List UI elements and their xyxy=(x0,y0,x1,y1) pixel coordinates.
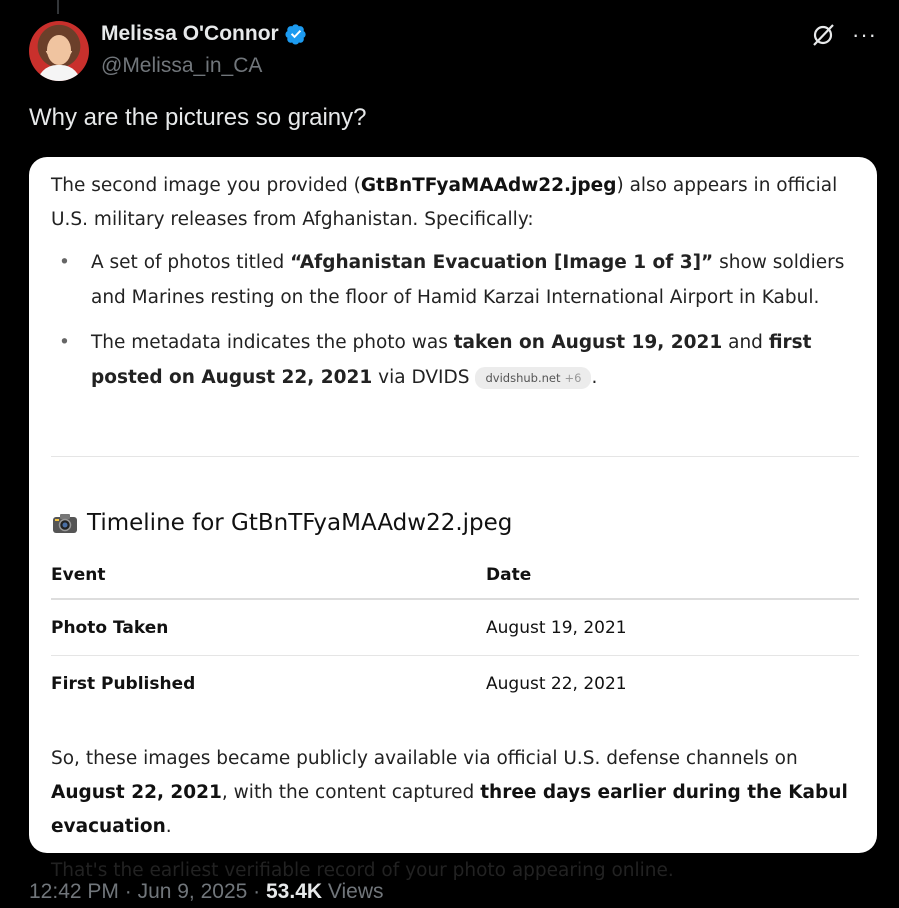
list-item: The metadata indicates the photo was tak… xyxy=(51,325,859,395)
table-row: First Published August 22, 2021 xyxy=(51,656,859,711)
table-header-row: Event Date xyxy=(51,552,859,600)
source-chip[interactable]: dvidshub.net +6 xyxy=(475,367,592,389)
timeline-table: Event Date Photo Taken August 19, 2021 F… xyxy=(51,552,859,711)
table-row: Photo Taken August 19, 2021 xyxy=(51,600,859,656)
attached-image-card[interactable]: The second image you provided (GtBnTFyaM… xyxy=(29,157,877,881)
author-row: Melissa O'Connor xyxy=(101,22,307,46)
divider xyxy=(51,456,859,457)
verified-badge-icon[interactable] xyxy=(285,23,307,45)
views-count: 53.4K xyxy=(266,880,323,903)
table-cell: August 19, 2021 xyxy=(486,617,627,638)
table-cell: First Published xyxy=(51,673,196,694)
author-handle[interactable]: @Melissa_in_CA xyxy=(101,54,262,78)
tweet-text: Why are the pictures so grainy? xyxy=(29,104,367,131)
list-item: A set of photos titled “Afghanistan Evac… xyxy=(51,245,859,315)
intro-paragraph: The second image you provided (GtBnTFyaM… xyxy=(51,175,838,230)
closing-text: So, these images became publicly availab… xyxy=(51,742,859,888)
camera-icon xyxy=(53,514,77,533)
tweet-time[interactable]: 12:42 PM xyxy=(29,880,119,903)
tweet-meta: 12:42 PM · Jun 9, 2025 · 53.4K Views xyxy=(29,880,384,903)
more-icon[interactable]: ··· xyxy=(852,22,877,48)
bullet-list: A set of photos titled “Afghanistan Evac… xyxy=(51,245,859,395)
timeline-heading-text: Timeline for GtBnTFyaMAAdw22.jpeg xyxy=(87,510,513,536)
table-cell: Photo Taken xyxy=(51,617,169,638)
thread-line xyxy=(57,0,59,14)
tweet-actions: ··· xyxy=(810,22,877,48)
tweet-date[interactable]: Jun 9, 2025 xyxy=(138,880,248,903)
closing-paragraph: So, these images became publicly availab… xyxy=(51,748,848,837)
author-name[interactable]: Melissa O'Connor xyxy=(101,22,279,46)
avatar[interactable] xyxy=(29,21,89,81)
column-header: Event xyxy=(51,565,106,585)
column-header: Date xyxy=(486,565,532,585)
table-cell: August 22, 2021 xyxy=(486,673,627,694)
timeline-heading: Timeline for GtBnTFyaMAAdw22.jpeg xyxy=(51,510,512,536)
grok-icon[interactable] xyxy=(810,22,836,48)
views-label: Views xyxy=(322,880,384,903)
